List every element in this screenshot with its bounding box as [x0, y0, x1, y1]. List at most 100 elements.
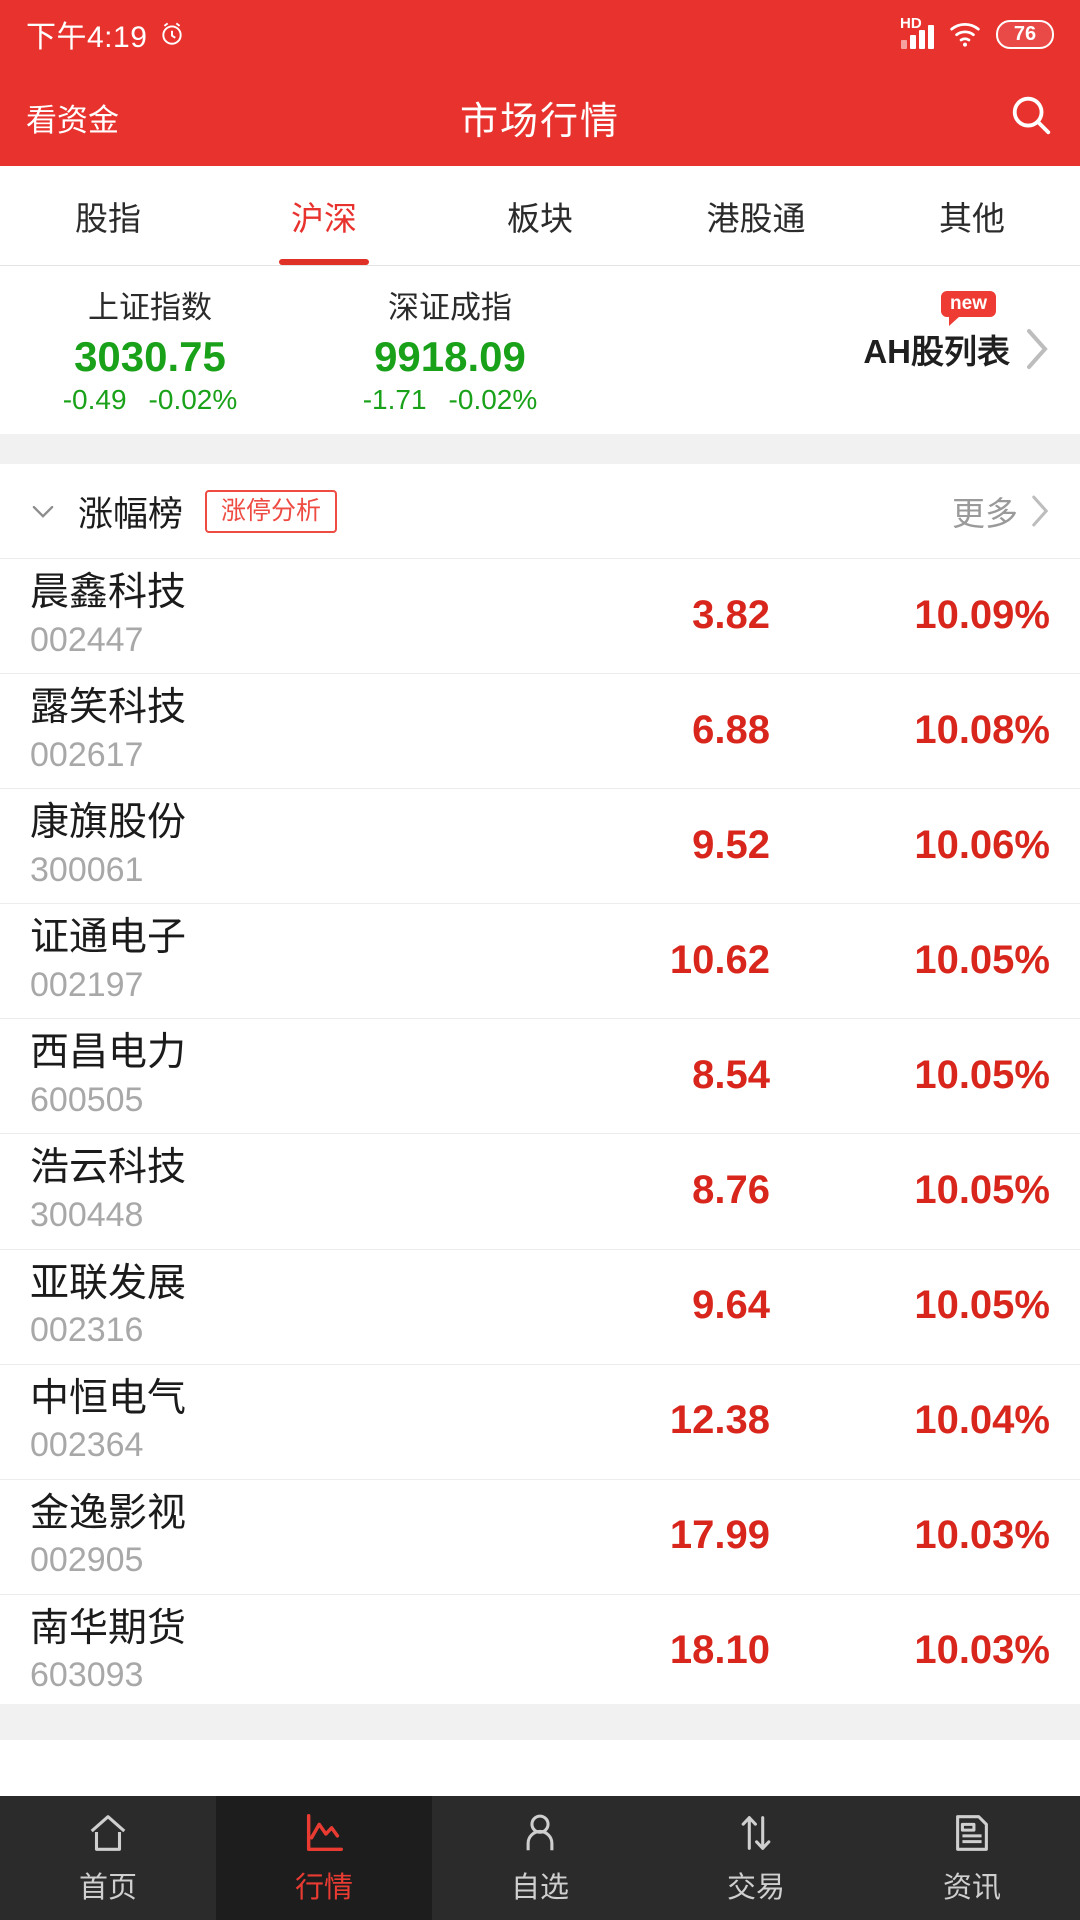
- tab-label: 板块: [507, 199, 573, 237]
- stock-price: 6.88: [692, 707, 770, 752]
- stock-name: 南华期货: [30, 1606, 187, 1650]
- tab-ganggutong[interactable]: 港股通: [648, 166, 864, 265]
- app-screen: 下午4:19 HD 76 看资金 市场行情 股指 沪深 板块 港股通 其他 上证…: [0, 0, 1080, 1920]
- index-card-shenzhen[interactable]: 深证成指 9918.09 -1.71 -0.02%: [300, 282, 600, 416]
- stock-code: 600505: [30, 1080, 144, 1119]
- index-change-percent: -0.02%: [448, 384, 538, 416]
- index-name: 深证成指: [388, 290, 512, 325]
- table-row[interactable]: 浩云科技 300448 8.76 10.05%: [0, 1133, 1080, 1248]
- nav-item-trade[interactable]: 交易: [648, 1796, 864, 1920]
- index-card-shanghai[interactable]: 上证指数 3030.75 -0.49 -0.02%: [0, 282, 300, 416]
- stock-code: 002905: [30, 1541, 144, 1580]
- tab-label: 其他: [939, 199, 1005, 237]
- table-row[interactable]: 中恒电气 002364 12.38 10.04%: [0, 1363, 1080, 1479]
- stock-change-percent: 10.09%: [914, 592, 1050, 637]
- person-icon: [526, 1814, 554, 1851]
- stock-code: 002447: [30, 620, 144, 659]
- tab-label: 港股通: [706, 199, 806, 237]
- tab-guzhi[interactable]: 股指: [0, 166, 216, 265]
- chart-icon: [306, 1814, 343, 1852]
- list-bottom-spacer: [0, 1704, 1080, 1740]
- app-header: 看资金 市场行情: [0, 68, 1080, 166]
- tab-qita[interactable]: 其他: [864, 166, 1080, 265]
- stock-code: 300061: [30, 850, 144, 889]
- limit-up-analysis-button[interactable]: 涨停分析: [205, 489, 338, 533]
- table-row[interactable]: 亚联发展 002316 9.64 10.05%: [0, 1248, 1080, 1364]
- stock-code: 603093: [30, 1656, 144, 1695]
- chevron-right-icon: [1032, 495, 1049, 527]
- table-row[interactable]: 金逸影视 002905 17.99 10.03%: [0, 1478, 1080, 1594]
- table-row[interactable]: 南华期货 603093 18.10 10.03%: [0, 1593, 1080, 1704]
- transfer-icon: [741, 1816, 771, 1850]
- stock-name: 证通电子: [30, 916, 187, 960]
- table-row[interactable]: 证通电子 002197 10.62 10.05%: [0, 903, 1080, 1018]
- tab-label: 股指: [75, 199, 141, 237]
- status-time: 下午4:19: [26, 21, 148, 54]
- section-divider: [0, 434, 1080, 465]
- ah-stock-list-entry[interactable]: new AH股列表: [863, 291, 1050, 373]
- stock-name: 西昌电力: [30, 1031, 187, 1075]
- index-summary: 上证指数 3030.75 -0.49 -0.02% 深证成指 9918.09 -…: [0, 266, 1080, 435]
- index-change-percent: -0.02%: [148, 384, 238, 416]
- nav-item-market[interactable]: 行情: [216, 1796, 432, 1920]
- table-row[interactable]: 西昌电力 600505 8.54 10.05%: [0, 1018, 1080, 1133]
- stock-change-percent: 10.03%: [914, 1628, 1050, 1673]
- cellular-signal-icon: HD: [900, 15, 934, 49]
- more-button[interactable]: 更多: [952, 487, 1050, 535]
- search-button[interactable]: [1008, 92, 1054, 143]
- nav-item-watchlist[interactable]: 自选: [432, 1796, 648, 1920]
- stock-identity: 中恒电气 002364: [30, 1375, 550, 1467]
- stock-change-percent: 10.05%: [914, 1167, 1050, 1212]
- news-icon: [956, 1815, 988, 1851]
- stock-identity: 亚联发展 002316: [30, 1260, 550, 1352]
- chevron-down-icon[interactable]: [30, 498, 56, 524]
- stock-price: 17.99: [669, 1513, 770, 1558]
- status-bar: 下午4:19 HD 76: [0, 0, 1080, 68]
- gainers-list-panel: 涨幅榜 涨停分析 更多 晨鑫科技 002447 3.82 10.09% 露笑科技…: [0, 464, 1080, 1704]
- stock-code: 002316: [30, 1311, 144, 1350]
- wifi-icon: [950, 22, 980, 47]
- gainers-section-header: 涨幅榜 涨停分析 更多: [0, 464, 1080, 558]
- index-name: 上证指数: [88, 290, 212, 325]
- stock-code: 300448: [30, 1196, 144, 1234]
- stock-identity: 证通电子 002197: [30, 914, 550, 1006]
- chevron-right-icon: [1027, 329, 1048, 370]
- tab-label: 沪深: [291, 199, 357, 237]
- stock-name: 浩云科技: [30, 1146, 187, 1190]
- stock-price: 8.54: [692, 1052, 770, 1097]
- home-icon: [90, 1815, 126, 1851]
- stock-change-percent: 10.05%: [914, 1052, 1050, 1097]
- stock-price: 10.62: [669, 937, 770, 982]
- battery-indicator: 76: [996, 19, 1054, 49]
- stock-name: 中恒电气: [30, 1376, 187, 1420]
- network-type-label: HD: [900, 15, 922, 32]
- nav-item-home[interactable]: 首页: [0, 1796, 216, 1920]
- stock-price: 12.38: [669, 1398, 770, 1443]
- new-badge: new: [941, 291, 996, 327]
- stock-identity: 康旗股份 300061: [30, 799, 550, 891]
- stock-name: 露笑科技: [30, 686, 187, 730]
- tab-hushen[interactable]: 沪深: [216, 166, 432, 265]
- ah-stock-list-label: AH股列表: [863, 333, 1010, 371]
- nav-label: 首页: [78, 1872, 137, 1904]
- table-row[interactable]: 晨鑫科技 002447 3.82 10.09%: [0, 558, 1080, 673]
- stock-name: 金逸影视: [30, 1491, 187, 1535]
- view-funds-button[interactable]: 看资金: [26, 95, 119, 140]
- nav-label: 行情: [294, 1872, 353, 1904]
- tab-bankuai[interactable]: 板块: [432, 166, 648, 265]
- page-title: 市场行情: [459, 100, 620, 143]
- table-row[interactable]: 露笑科技 002617 6.88 10.08%: [0, 673, 1080, 788]
- status-bar-left: 下午4:19: [26, 12, 185, 56]
- index-value: 9918.09: [374, 333, 526, 380]
- stock-change-percent: 10.04%: [914, 1398, 1050, 1443]
- index-change-row: -0.49 -0.02%: [0, 384, 300, 416]
- stock-change-percent: 10.08%: [914, 707, 1050, 752]
- index-change: -0.49: [62, 384, 127, 416]
- table-row[interactable]: 康旗股份 300061 9.52 10.06%: [0, 788, 1080, 903]
- search-icon: [1012, 96, 1051, 134]
- section-title: 涨幅榜: [78, 494, 184, 534]
- stock-identity: 金逸影视 002905: [30, 1490, 550, 1582]
- stock-identity: 西昌电力 600505: [30, 1029, 550, 1121]
- stock-identity: 露笑科技 002617: [30, 684, 550, 776]
- nav-item-news[interactable]: 资讯: [864, 1796, 1080, 1920]
